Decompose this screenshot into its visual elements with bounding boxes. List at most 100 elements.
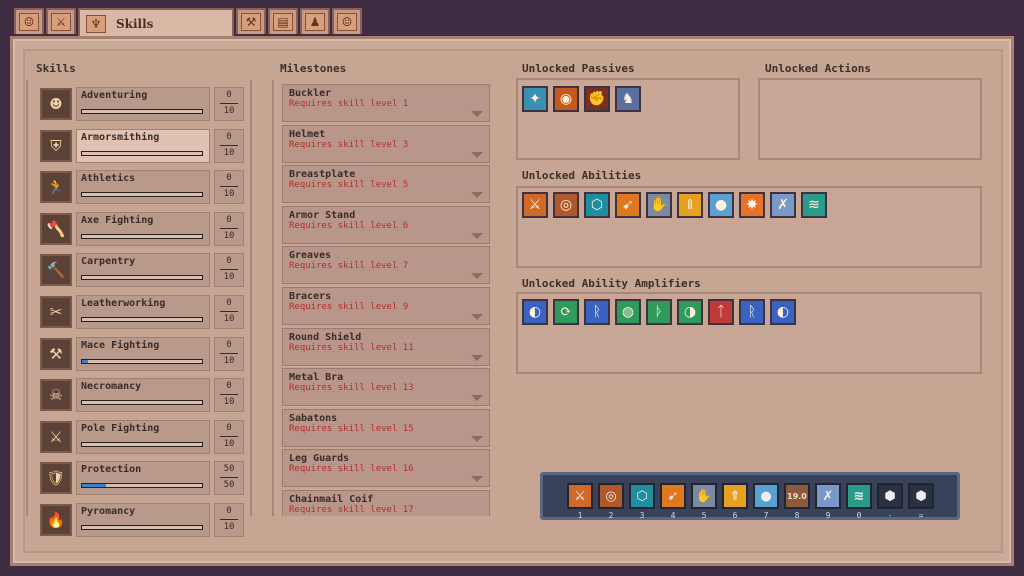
- hotbar-key-label: 6: [732, 511, 738, 520]
- hotbar-slot-4[interactable]: ➹: [660, 483, 686, 509]
- chevron-down-icon[interactable]: [471, 111, 483, 117]
- chevron-down-icon[interactable]: [471, 354, 483, 361]
- fire-fist-icon[interactable]: ✊: [584, 86, 610, 112]
- hotbar-slot-12[interactable]: ⬢: [908, 483, 934, 509]
- charge-icon[interactable]: ➹: [615, 192, 641, 218]
- milestone-item[interactable]: Greaves Requires skill level 7: [282, 246, 490, 285]
- skill-row-athletics[interactable]: 🏃 Athletics 0 10: [36, 167, 248, 207]
- milestones-scrollbar[interactable]: [272, 80, 274, 516]
- skill-body: Carpentry: [76, 253, 210, 288]
- rune-blue-icon[interactable]: ◐: [522, 299, 548, 325]
- hotbar-key-label: 4: [670, 511, 676, 520]
- hotbar-slot-10[interactable]: ≋: [846, 483, 872, 509]
- skill-body: Pyromancy: [76, 502, 210, 537]
- skill-icon: ⚔: [40, 420, 72, 453]
- skills-header: Skills: [36, 62, 76, 75]
- tab-map2[interactable]: ☺: [332, 8, 362, 34]
- milestone-item[interactable]: Buckler Requires skill level 1: [282, 84, 490, 122]
- rune-green-icon-3[interactable]: ᚦ: [646, 299, 672, 325]
- skill-level-current: 50: [223, 464, 235, 475]
- rune-green-icon-4[interactable]: ◑: [677, 299, 703, 325]
- skill-body: Athletics: [76, 170, 210, 205]
- skill-row-axe-fighting[interactable]: 🪓 Axe Fighting 0 10: [36, 209, 248, 249]
- rune-green-icon[interactable]: ⟳: [553, 299, 579, 325]
- milestone-requirement: Requires skill level 6: [289, 220, 409, 231]
- tab-crafting[interactable]: ⚒: [236, 8, 266, 34]
- unlocked-passives-box: ✦ ◉ ✊ ♞: [516, 78, 740, 160]
- milestone-item[interactable]: Metal Bra Requires skill level 13: [282, 368, 490, 407]
- skill-row-pole-fighting[interactable]: ⚔ Pole Fighting 0 10: [36, 417, 248, 457]
- skill-name: Athletics: [81, 173, 136, 185]
- hotbar-slot-11[interactable]: ⬢: [877, 483, 903, 509]
- hotbar-slot-7[interactable]: ●: [753, 483, 779, 509]
- skill-level-max: 50: [223, 480, 235, 491]
- crossed-tools-icon: ⚒: [241, 13, 261, 31]
- tab-equipment[interactable]: ⚔: [46, 8, 76, 34]
- chevron-down-icon[interactable]: [471, 395, 483, 402]
- orb-icon[interactable]: ●: [708, 192, 734, 218]
- tab-skills[interactable]: ♆ Skills: [78, 8, 234, 38]
- parry-icon[interactable]: ✗: [770, 192, 796, 218]
- fortify-icon[interactable]: ✋: [646, 192, 672, 218]
- chevron-down-icon[interactable]: [471, 435, 483, 442]
- chevron-down-icon[interactable]: [471, 232, 483, 239]
- sword-strike-icon[interactable]: ⚔: [522, 192, 548, 218]
- hotbar-slot-6[interactable]: ⇑: [722, 483, 748, 509]
- milestone-item[interactable]: Chainmail Coif Requires skill level 17: [282, 489, 490, 516]
- skill-row-protection[interactable]: 🛡 Protection 50 50: [36, 458, 248, 498]
- skills-scrollbar[interactable]: [26, 80, 28, 516]
- skill-level-current: 0: [226, 90, 232, 100]
- hotbar-slot-icon: ⬢: [884, 488, 896, 504]
- skill-level: 0 10: [214, 211, 244, 246]
- skill-level: 0 10: [214, 419, 244, 454]
- skill-row-necromancy[interactable]: ☠ Necromancy 0 10: [36, 375, 248, 415]
- hotbar-slot-2[interactable]: ◎: [598, 483, 624, 509]
- milestone-item[interactable]: Leg Guards Requires skill level 16: [282, 449, 490, 488]
- chevron-down-icon[interactable]: [471, 273, 483, 280]
- explosion-icon[interactable]: ✸: [739, 192, 765, 218]
- hotbar-slot-3[interactable]: ⬡: [629, 483, 655, 509]
- milestone-item[interactable]: Armor Stand Requires skill level 6: [282, 205, 490, 244]
- skill-row-pyromancy[interactable]: 🔥 Pyromancy 0 10: [36, 500, 248, 540]
- tab-map[interactable]: ☺: [14, 8, 44, 34]
- rune-red-icon[interactable]: ᛏ: [708, 299, 734, 325]
- hotbar-slot-5[interactable]: ✋: [691, 483, 717, 509]
- knight-icon[interactable]: ♞: [615, 86, 641, 112]
- unlocked-amplifiers-box: ◐ ⟳ ᚱ ◍ ᚦ ◑ ᛏ ᚱ ◐: [516, 292, 982, 374]
- chevron-down-icon[interactable]: [471, 313, 483, 320]
- shield-ring-icon[interactable]: ◉: [553, 86, 579, 112]
- chevron-down-icon[interactable]: [471, 151, 483, 158]
- skill-body: Necromancy: [76, 378, 210, 413]
- tab-journal[interactable]: ▤: [268, 8, 298, 34]
- skill-row-leatherworking[interactable]: ✂ Leatherworking 0 10: [36, 292, 248, 332]
- whirlwind-icon[interactable]: ≋: [801, 192, 827, 218]
- rune-blue-icon-3[interactable]: ᚱ: [739, 299, 765, 325]
- hotbar-slot-9[interactable]: ✗: [815, 483, 841, 509]
- skill-body: Armorsmithing: [76, 128, 210, 163]
- milestone-item[interactable]: Helmet Requires skill level 3: [282, 124, 490, 163]
- barrier-icon[interactable]: ⬡: [584, 192, 610, 218]
- skill-row-adventuring[interactable]: ☻ Adventuring 0 10: [36, 84, 248, 124]
- milestone-requirement: Requires skill level 16: [289, 464, 414, 475]
- milestone-item[interactable]: Bracers Requires skill level 9: [282, 286, 490, 325]
- aura-icon[interactable]: ✦: [522, 86, 548, 112]
- skill-name: Carpentry: [81, 256, 136, 268]
- hotbar-slot-1[interactable]: ⚔: [567, 483, 593, 509]
- rune-blue-icon-4[interactable]: ◐: [770, 299, 796, 325]
- hotbar-key-label: 0: [856, 511, 862, 520]
- milestone-item[interactable]: Sabatons Requires skill level 15: [282, 408, 490, 447]
- hotbar-slot-icon: ⚔: [574, 488, 586, 504]
- milestone-item[interactable]: Round Shield Requires skill level 11: [282, 327, 490, 366]
- skill-row-mace-fighting[interactable]: ⚒ Mace Fighting 0 10: [36, 334, 248, 374]
- chevron-down-icon[interactable]: [471, 192, 483, 199]
- tab-character[interactable]: ♟: [300, 8, 330, 34]
- rune-green-icon-2[interactable]: ◍: [615, 299, 641, 325]
- rally-icon[interactable]: ⇑: [677, 192, 703, 218]
- rune-blue-icon-2[interactable]: ᚱ: [584, 299, 610, 325]
- skill-row-carpentry[interactable]: 🔨 Carpentry 0 10: [36, 250, 248, 290]
- hotbar-slot-8[interactable]: 19.0: [784, 483, 810, 509]
- shield-bash-icon[interactable]: ◎: [553, 192, 579, 218]
- milestone-item[interactable]: Breastplate Requires skill level 5: [282, 165, 490, 204]
- skill-row-armorsmithing[interactable]: ⛨ Armorsmithing 0 10: [36, 126, 248, 166]
- chevron-down-icon[interactable]: [471, 476, 483, 483]
